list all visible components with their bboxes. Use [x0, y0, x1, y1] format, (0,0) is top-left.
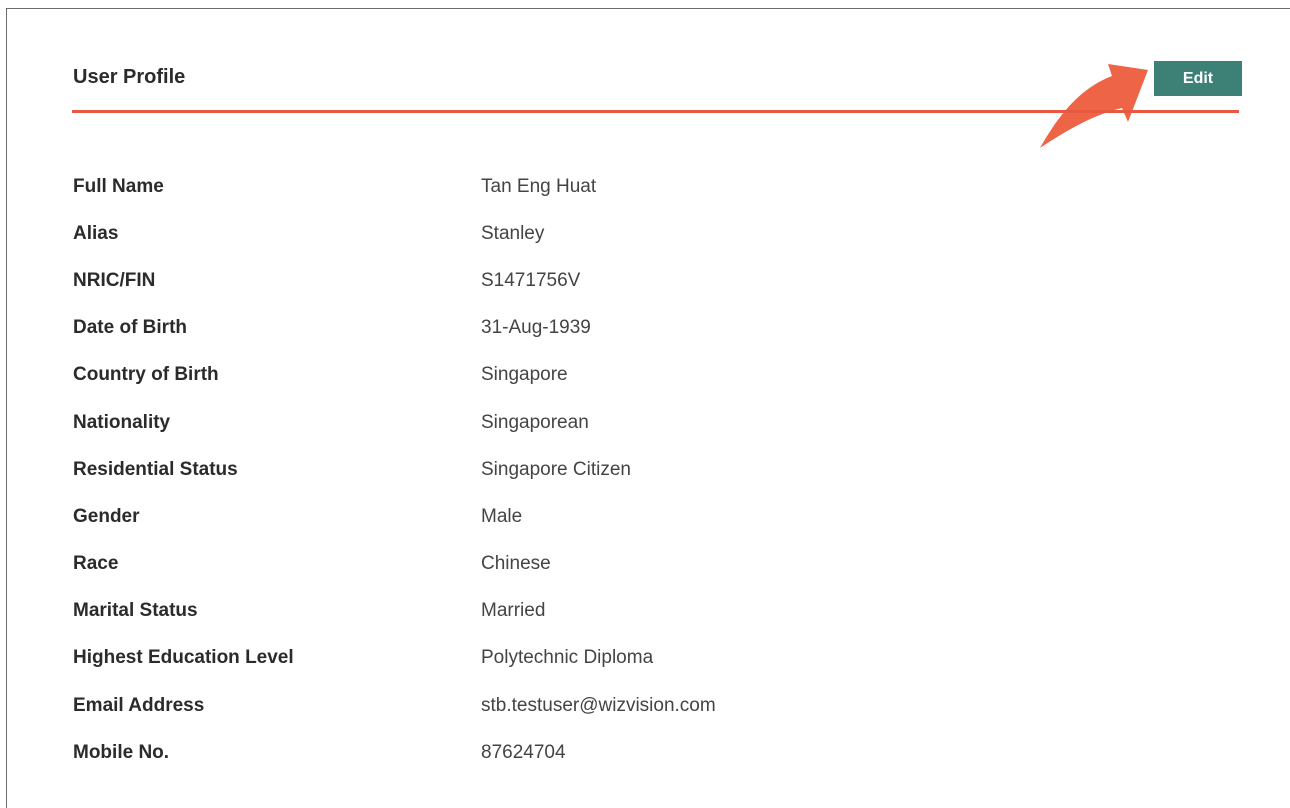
arrow-pointer-icon: [1040, 64, 1148, 148]
field-value: Singapore: [481, 364, 568, 386]
field-value: 31-Aug-1939: [481, 317, 591, 339]
field-row-date-of-birth: Date of Birth 31-Aug-1939: [73, 305, 1173, 352]
field-row-country-of-birth: Country of Birth Singapore: [73, 352, 1173, 399]
field-label: NRIC/FIN: [73, 269, 156, 291]
field-value: Married: [481, 600, 546, 622]
field-label: Alias: [73, 222, 119, 244]
edit-button[interactable]: Edit: [1154, 61, 1242, 96]
field-row-residential-status: Residential Status Singapore Citizen: [73, 446, 1173, 493]
field-value: Polytechnic Diploma: [481, 647, 654, 669]
field-row-email: Email Address stb.testuser@wizvision.com: [73, 682, 1173, 729]
field-value: Tan Eng Huat: [481, 175, 597, 197]
field-value: Stanley: [481, 222, 545, 244]
field-label: Nationality: [73, 411, 171, 433]
field-label: Race: [73, 553, 119, 575]
field-label: Gender: [73, 505, 140, 527]
page-title: User Profile: [73, 66, 186, 88]
field-label: Country of Birth: [73, 364, 219, 386]
field-row-marital-status: Marital Status Married: [73, 588, 1173, 635]
field-label: Full Name: [73, 175, 164, 197]
field-row-gender: Gender Male: [73, 493, 1173, 540]
profile-fields: Full Name Tan Eng Huat Alias Stanley NRI…: [73, 163, 1173, 776]
field-row-education-level: Highest Education Level Polytechnic Dipl…: [73, 635, 1173, 682]
field-value: stb.testuser@wizvision.com: [481, 694, 716, 716]
field-label: Marital Status: [73, 600, 198, 622]
field-value: 87624704: [481, 741, 566, 763]
field-label: Email Address: [73, 694, 205, 716]
field-row-race: Race Chinese: [73, 541, 1173, 588]
field-value: Chinese: [481, 553, 551, 575]
field-value: S1471756V: [481, 269, 581, 291]
field-value: Male: [481, 505, 523, 527]
field-value: Singapore Citizen: [481, 458, 631, 480]
field-label: Residential Status: [73, 458, 238, 480]
field-row-full-name: Full Name Tan Eng Huat: [73, 163, 1173, 210]
field-label: Highest Education Level: [73, 647, 294, 669]
field-label: Date of Birth: [73, 317, 187, 339]
field-value: Singaporean: [481, 411, 589, 433]
field-label: Mobile No.: [73, 741, 170, 763]
title-divider: [72, 110, 1239, 113]
field-row-mobile: Mobile No. 87624704: [73, 729, 1173, 776]
field-row-nric: NRIC/FIN S1471756V: [73, 257, 1173, 304]
field-row-nationality: Nationality Singaporean: [73, 399, 1173, 446]
field-row-alias: Alias Stanley: [73, 210, 1173, 257]
